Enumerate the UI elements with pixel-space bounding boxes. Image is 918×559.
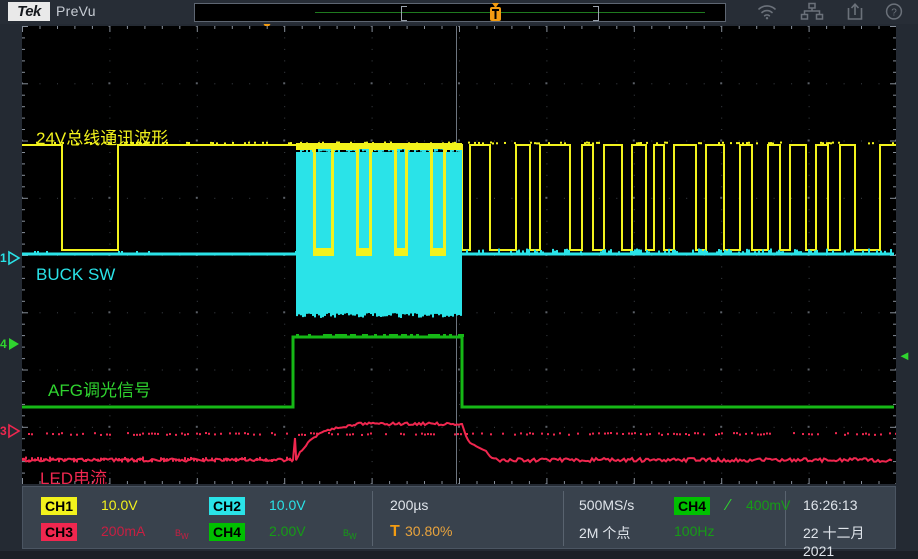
trigger-source-badge[interactable]: CH4 [674, 497, 710, 515]
trigger-level: 400mV [746, 497, 790, 513]
status-bar: CH1 10.0V CH2 10.0V CH3 200mA BW CH4 2.0… [0, 484, 918, 551]
svg-text:4: 4 [0, 337, 7, 351]
tek-logo: Tek [8, 2, 50, 21]
status-divider-2 [563, 491, 564, 546]
wifi-icon[interactable] [756, 2, 778, 21]
trigger-frequency: 100Hz [674, 523, 714, 539]
trigger-slope-icon: ∕ [727, 497, 730, 515]
svg-text:1: 1 [0, 251, 7, 265]
ch3-badge[interactable]: CH3 [41, 523, 77, 541]
ch2-scale: 10.0V [269, 497, 306, 513]
overview-bracket-left[interactable] [401, 6, 407, 21]
timebase-value: 200µs [390, 497, 428, 513]
waveform-canvas [22, 26, 896, 484]
help-icon[interactable]: ? [884, 2, 904, 21]
ch1-scale: 10.0V [101, 497, 138, 513]
ch4-right-marker[interactable]: ◄ [898, 348, 911, 363]
sample-rate: 500MS/s [579, 497, 634, 513]
ch1-waveform-label: 24V总线通讯波形 [36, 124, 168, 149]
clock-time: 16:26:13 [803, 497, 858, 513]
clock-date: 22 十二月 2021 [803, 523, 895, 559]
oscilloscope-screen: Tek PreVu [0, 0, 918, 551]
ch1-badge[interactable]: CH1 [41, 497, 77, 515]
status-divider-1 [372, 491, 373, 546]
network-icon[interactable] [800, 2, 824, 21]
trigger-symbol: T [390, 523, 400, 541]
ch2-badge[interactable]: CH2 [209, 497, 245, 515]
ch4-bandwidth-icon: BW [343, 528, 357, 541]
overview-trigger-marker[interactable] [487, 3, 504, 24]
ch4-ref-marker[interactable]: 4 [0, 334, 22, 354]
prevu-status: PreVu [56, 3, 96, 19]
top-bar: Tek PreVu [0, 0, 918, 24]
record-length: 2M 个点 [579, 523, 630, 543]
trigger-position: 30.80% [405, 523, 452, 539]
overview-bracket-right[interactable] [593, 6, 599, 21]
svg-text:?: ? [891, 8, 897, 19]
ch2-ref-marker[interactable]: 1 [0, 248, 22, 268]
ch4-badge[interactable]: CH4 [209, 523, 245, 541]
plot-area: 1 4 3 ◄ 24V总线通讯波形 BUCK SW AFG调光信号 LED电流 [0, 24, 918, 484]
ch4-waveform-label: AFG调光信号 [48, 376, 151, 401]
graticule[interactable] [22, 26, 896, 484]
ch3-scale: 200mA [101, 523, 145, 539]
svg-text:3: 3 [0, 424, 7, 438]
overview-trace [315, 12, 705, 13]
status-bar-inner: CH1 10.0V CH2 10.0V CH3 200mA BW CH4 2.0… [22, 486, 896, 549]
waveform-overview-bar[interactable] [194, 3, 726, 22]
ch3-ref-marker[interactable]: 3 [0, 421, 22, 441]
ch2-waveform-label: BUCK SW [36, 265, 115, 285]
ch3-bandwidth-icon: BW [175, 528, 189, 541]
save-icon[interactable] [845, 2, 865, 21]
ch4-scale: 2.00V [269, 523, 306, 539]
